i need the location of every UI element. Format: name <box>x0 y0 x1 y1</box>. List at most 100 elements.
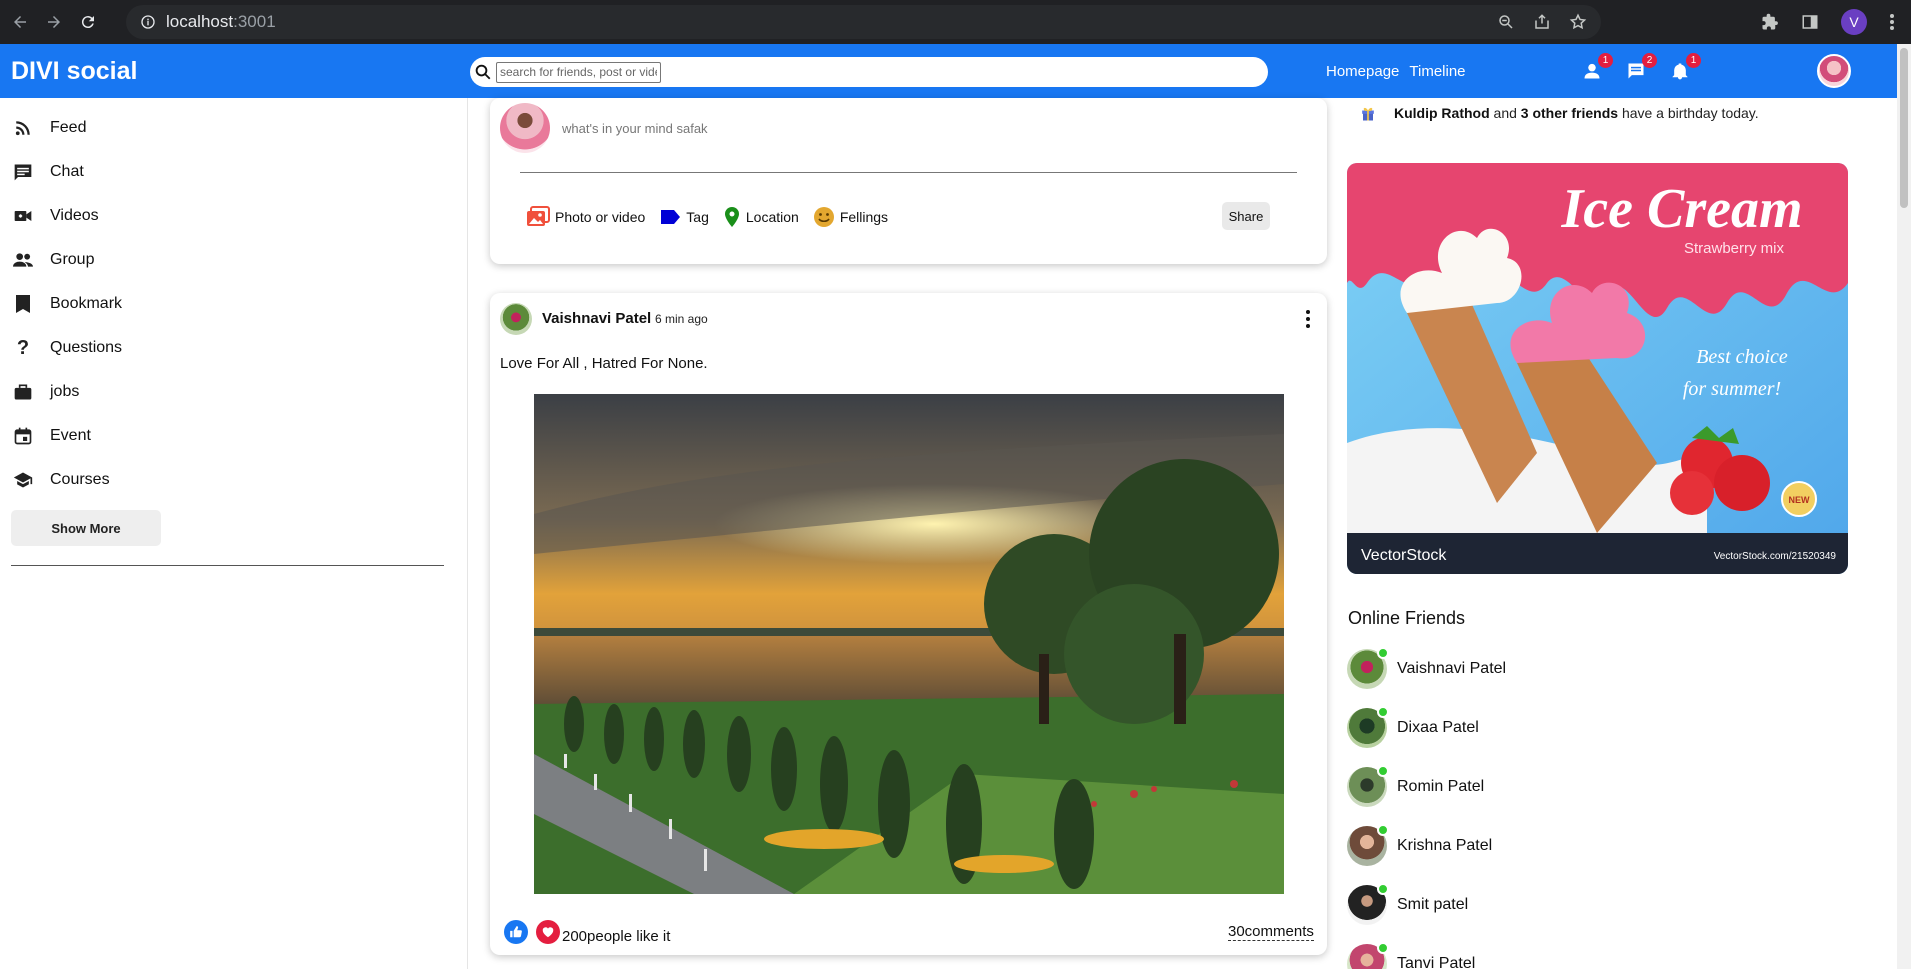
share-page-icon[interactable] <box>1533 13 1551 31</box>
friend-avatar <box>1347 646 1389 689</box>
sidebar-item-label: jobs <box>50 383 80 400</box>
sidebar-item-bookmark[interactable]: Bookmark <box>0 282 466 326</box>
ad-banner[interactable]: Ice Cream Strawberry mix Best choice for… <box>1347 163 1848 574</box>
online-status-dot <box>1377 705 1389 718</box>
ad-brand-url: VectorStock.com/21520349 <box>1714 551 1837 562</box>
timeline-link[interactable]: Timeline <box>1409 63 1465 80</box>
app-logo[interactable]: DIVI social <box>11 57 137 86</box>
side-panel-icon[interactable] <box>1801 13 1819 31</box>
search-input[interactable] <box>496 61 661 83</box>
photo-video-option[interactable]: Photo or video <box>526 206 645 228</box>
back-icon[interactable] <box>6 8 34 36</box>
reload-icon[interactable] <box>74 8 102 36</box>
like-icon[interactable] <box>504 919 528 944</box>
ad-brand: VectorStock <box>1361 547 1447 564</box>
page-scrollbar[interactable] <box>1897 44 1911 969</box>
profile-avatar[interactable]: V <box>1841 9 1867 35</box>
sidebar-item-label: Chat <box>50 163 84 180</box>
friend-item[interactable]: Vaishnavi Patel <box>1347 639 1506 698</box>
feed-divider <box>467 98 468 969</box>
friend-item[interactable]: Tanvi Patel <box>1347 934 1506 969</box>
sidebar-item-label: Group <box>50 251 95 268</box>
notifications-button[interactable]: 1 <box>1668 53 1701 83</box>
post-text: Love For All , Hatred For None. <box>500 355 708 372</box>
messages-button[interactable]: 2 <box>1624 53 1657 83</box>
online-status-dot <box>1377 646 1389 659</box>
tag-option[interactable]: Tag <box>659 209 709 225</box>
gift-icon <box>1362 107 1374 121</box>
url-port: :3001 <box>233 12 276 31</box>
location-option[interactable]: Location <box>723 206 799 228</box>
post-image[interactable] <box>534 394 1284 894</box>
birthday-rest: have a birthday today. <box>1621 105 1759 121</box>
sidebar-item-label: Event <box>50 427 91 444</box>
bookmark-star-icon[interactable] <box>1569 13 1587 31</box>
sidebar-item-videos[interactable]: Videos <box>0 194 466 238</box>
chrome-menu-icon[interactable] <box>1889 13 1895 31</box>
sidebar-item-chat[interactable]: Chat <box>0 150 466 194</box>
label-tag-icon <box>661 210 681 224</box>
friend-avatar <box>1347 705 1389 748</box>
location-label: Location <box>745 209 799 225</box>
extensions-icon[interactable] <box>1761 13 1779 31</box>
friend-name: Dixaa Patel <box>1397 718 1479 736</box>
sidebar-item-questions[interactable]: ? Questions <box>0 326 466 370</box>
ad-tagline-1: Best choice <box>1696 346 1788 368</box>
sidebar-item-jobs[interactable]: jobs <box>0 370 466 414</box>
feelings-option[interactable]: Fellings <box>813 206 888 228</box>
address-bar[interactable]: localhost:3001 <box>126 5 1601 39</box>
friend-requests-badge: 1 <box>1598 53 1613 68</box>
homepage-link[interactable]: Homepage <box>1326 63 1399 80</box>
more-options-icon[interactable] <box>1300 307 1316 331</box>
friend-item[interactable]: Krishna Patel <box>1347 816 1506 875</box>
site-info-icon[interactable] <box>140 14 156 30</box>
ad-title: Ice Cream <box>1560 178 1802 240</box>
scrollbar-thumb[interactable] <box>1900 48 1908 208</box>
location-pin-icon <box>724 207 739 227</box>
user-avatar[interactable] <box>1817 54 1851 88</box>
show-more-button[interactable]: Show More <box>11 510 161 546</box>
friend-avatar <box>1347 764 1389 807</box>
calendar-icon <box>12 425 34 447</box>
emoji-icon <box>813 207 834 227</box>
photo-video-label: Photo or video <box>555 209 646 225</box>
comments-link[interactable]: 30comments <box>1228 923 1314 941</box>
ad-subtitle: Strawberry mix <box>1684 240 1785 257</box>
sidebar-item-event[interactable]: Event <box>0 414 466 458</box>
zoom-icon[interactable] <box>1497 13 1515 31</box>
forward-icon[interactable] <box>40 8 68 36</box>
share-divider <box>520 172 1297 173</box>
browser-toolbar: localhost:3001 V <box>0 0 1911 44</box>
friend-avatar <box>1347 823 1389 866</box>
sidebar-item-courses[interactable]: Courses <box>0 458 466 502</box>
search-bar <box>470 57 1268 87</box>
post-author-name[interactable]: Vaishnavi Patel <box>542 310 651 327</box>
heart-icon[interactable] <box>536 919 560 944</box>
post-reactions: 200people like it <box>504 918 670 945</box>
group-icon <box>12 249 34 271</box>
friend-item[interactable]: Smit patel <box>1347 875 1506 934</box>
birthday-friends[interactable]: 3 other friends <box>1521 105 1618 121</box>
friend-item[interactable]: Romin Patel <box>1347 757 1506 816</box>
notifications-badge: 1 <box>1686 53 1701 68</box>
friend-requests-button[interactable]: 1 <box>1580 53 1613 83</box>
sidebar-item-feed[interactable]: Feed <box>0 106 466 150</box>
sidebar-item-group[interactable]: Group <box>0 238 466 282</box>
friend-name: Tanvi Patel <box>1397 954 1476 969</box>
birthday-and: and <box>1493 105 1517 121</box>
friend-item[interactable]: Dixaa Patel <box>1347 698 1506 757</box>
share-button[interactable]: Share <box>1222 202 1270 230</box>
share-input[interactable]: what's in your mind safak <box>562 121 708 136</box>
ad-new-badge: NEW <box>1789 495 1811 505</box>
friend-name: Smit patel <box>1397 895 1469 913</box>
sidebar-item-label: Feed <box>50 119 87 136</box>
online-status-dot <box>1377 764 1389 777</box>
briefcase-icon <box>12 381 34 403</box>
friend-name: Vaishnavi Patel <box>1397 659 1507 677</box>
likes-count: 200people like it <box>562 928 671 945</box>
birthday-name[interactable]: Kuldip Rathod <box>1394 105 1490 121</box>
post-author-avatar[interactable] <box>500 303 532 335</box>
sidebar-item-label: Bookmark <box>50 295 123 312</box>
search-icon <box>475 64 491 80</box>
online-friends-list: Vaishnavi Patel Dixaa Patel Romin Patel … <box>1347 639 1506 969</box>
